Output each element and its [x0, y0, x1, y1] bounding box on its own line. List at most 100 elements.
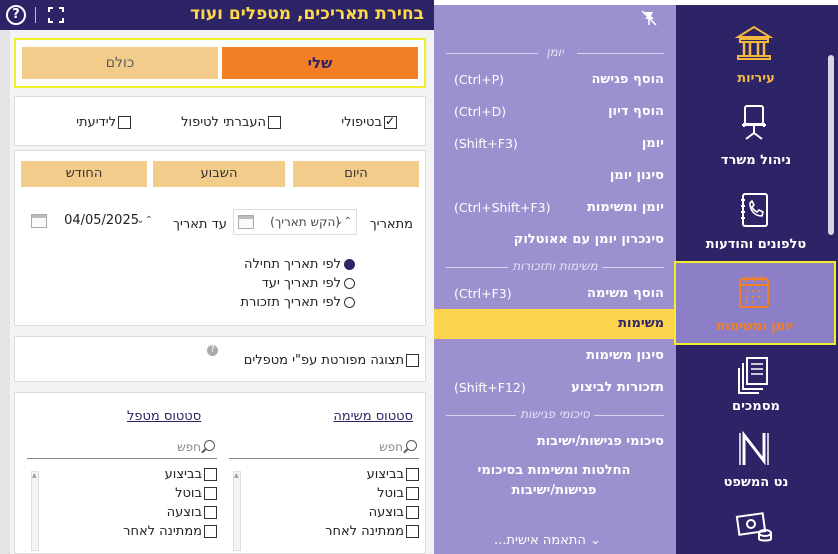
owner-toggle: שלי כולם	[14, 38, 426, 88]
sidebar-item-phones[interactable]: טלפונים והודעות	[676, 191, 836, 257]
list-item[interactable]: ממתינה לאחר	[229, 522, 419, 541]
help-icon[interactable]: ?	[6, 5, 26, 25]
list-item[interactable]: בביצוע	[229, 465, 419, 484]
menu-meeting-summaries[interactable]: סיכומי פגישות/ישיבות	[434, 427, 676, 457]
menu-diary[interactable]: יומן (Shift+F3)	[434, 129, 676, 159]
sidebar-item-documents[interactable]: מסמכים	[676, 355, 836, 419]
panel-title: בחירת תאריכים, מטפלים ועוד	[190, 4, 424, 24]
from-date-input[interactable]: (הקש תאריך) ⌃⌄	[233, 209, 357, 235]
sidebar-item-label: יומן ומשימות	[716, 319, 794, 334]
transferred-checkbox[interactable]	[268, 116, 281, 129]
status-checkbox[interactable]	[204, 468, 217, 481]
list-item[interactable]: ממתינה לאחר	[27, 522, 217, 541]
menu-add-meeting[interactable]: הוסף פגישה (Ctrl+P)	[434, 65, 676, 95]
main-sidebar: עיריות ניהול משרד טלפונים והודעות יומן ו…	[674, 5, 838, 554]
menu-add-discussion[interactable]: הוסף דיון (Ctrl+D)	[434, 97, 676, 127]
menu-item-label: החלטות ומשימות בסיכומי פגישות/ישיבות	[477, 463, 631, 498]
list-item[interactable]: בביצוע	[27, 465, 217, 484]
to-date-input[interactable]: 04/05/2025 ⌃⌄	[29, 209, 153, 235]
status-label: ממתינה לאחר	[123, 524, 202, 539]
radio-button-selected[interactable]	[344, 259, 355, 270]
radio-button[interactable]	[344, 278, 355, 289]
panel-scrollbar[interactable]	[0, 30, 10, 554]
status-label: בביצוע	[366, 467, 404, 482]
this-month-button[interactable]: החודש	[21, 161, 147, 187]
detail-view-checkbox-row[interactable]: תצוגה מפורטת עפ"י מטפלים	[244, 353, 419, 368]
menu-diary-and-tasks[interactable]: יומן ומשימות (Ctrl+Shift+F3)	[434, 193, 676, 223]
status-checkbox[interactable]	[406, 525, 419, 538]
sidebar-item-office-management[interactable]: ניהול משרד	[676, 103, 836, 175]
section-diary-header: יומן	[446, 45, 664, 59]
transferred-checkbox-label: העברתי לטיפול	[181, 115, 266, 130]
status-label: בביצוע	[164, 467, 202, 482]
fyi-checkbox[interactable]	[118, 116, 131, 129]
calendar-icon[interactable]	[31, 214, 47, 228]
this-week-button[interactable]: השבוע	[153, 161, 285, 187]
mine-checkbox-row[interactable]: בטיפולי	[341, 114, 397, 130]
today-button[interactable]: היום	[293, 161, 419, 187]
status-checkbox[interactable]	[406, 468, 419, 481]
detail-view-checkbox[interactable]	[406, 354, 419, 367]
detail-view-label: תצוגה מפורטת עפ"י מטפלים	[243, 353, 404, 368]
radio-due-date[interactable]: לפי תאריך יעד	[262, 276, 355, 291]
office-chair-icon	[742, 105, 766, 140]
menu-decisions-tasks[interactable]: החלטות ומשימות בסיכומי פגישות/ישיבות	[434, 459, 676, 503]
menu-reminders[interactable]: תזכורות לביצוע (Shift+F12)	[434, 373, 676, 403]
status-label: בוצעה	[368, 505, 404, 520]
status-checkbox[interactable]	[204, 525, 217, 538]
menu-item-shortcut: (Ctrl+D)	[454, 104, 507, 119]
status-checkbox[interactable]	[204, 487, 217, 500]
list-item[interactable]: בוטל	[27, 484, 217, 503]
info-icon[interactable]: ?	[207, 345, 218, 356]
all-button[interactable]: כולם	[22, 47, 218, 79]
mine-checkbox-label: בטיפולי	[341, 115, 382, 130]
filter-panel: ? בחירת תאריכים, מטפלים ועוד שלי כולם בט…	[0, 0, 434, 554]
handler-status-title[interactable]: סטטוס מטפל	[127, 409, 201, 424]
radio-button[interactable]	[344, 297, 355, 308]
menu-item-shortcut: (Ctrl+P)	[454, 72, 505, 87]
sidebar-item-label: ניהול משרד	[720, 153, 792, 168]
radio-reminder-date[interactable]: לפי תאריך תזכורת	[241, 295, 355, 310]
mine-checkbox[interactable]	[384, 114, 397, 129]
from-date-spinner[interactable]: ⌃⌄	[335, 210, 352, 234]
calendar-icon[interactable]	[238, 215, 254, 229]
sidebar-item-finance[interactable]	[676, 505, 836, 551]
header-divider	[35, 7, 36, 23]
unpin-icon[interactable]	[640, 9, 658, 27]
building-icon	[734, 25, 774, 60]
list-item[interactable]: בוטל	[229, 484, 419, 503]
transferred-checkbox-row[interactable]: העברתי לטיפול	[181, 115, 281, 130]
mine-button[interactable]: שלי	[222, 47, 418, 79]
sidebar-item-diary-tasks[interactable]: יומן ומשימות	[674, 261, 836, 345]
list-item[interactable]: בוצעה	[229, 503, 419, 522]
menu-item-label: הוסף משימה	[587, 286, 664, 301]
radio-label: לפי תאריך יעד	[261, 276, 341, 291]
status-checkbox[interactable]	[204, 506, 217, 519]
task-status-search[interactable]: חפש	[229, 439, 419, 459]
expand-icon[interactable]	[48, 7, 64, 23]
menu-filter-diary[interactable]: סינון יומן	[434, 161, 676, 191]
from-date-label: מתאריך	[369, 217, 413, 232]
handler-status-search[interactable]: חפש	[27, 439, 217, 459]
list-item[interactable]: בוצעה	[27, 503, 217, 522]
menu-sync-outlook[interactable]: סינכרון יומן עם אאוטלוק	[434, 225, 676, 255]
menu-item-label: תזכורות לביצוע	[571, 380, 664, 395]
sidebar-item-label: מסמכים	[732, 399, 780, 414]
sidebar-item-municipalities[interactable]: עיריות	[676, 23, 836, 93]
handler-status-list: בביצוע בוטל בוצעה ממתינה לאחר	[27, 465, 217, 554]
menu-tasks[interactable]: משימות	[434, 309, 676, 339]
fyi-checkbox-row[interactable]: לידיעתי	[76, 115, 131, 130]
to-date-value: 04/05/2025	[64, 213, 139, 228]
status-checkbox[interactable]	[406, 506, 419, 519]
radio-label: לפי תאריך תחילה	[244, 257, 341, 272]
task-status-title[interactable]: סטטוס משימה	[333, 409, 413, 424]
menu-filter-tasks[interactable]: סינון משימות	[434, 341, 676, 371]
status-checkbox[interactable]	[406, 487, 419, 500]
menu-add-task[interactable]: הוסף משימה (Ctrl+F3)	[434, 279, 676, 309]
menu-item-label: הוסף פגישה	[591, 72, 664, 87]
personalize-link[interactable]: ⌄ התאמה אישית...	[494, 533, 601, 548]
radio-start-date[interactable]: לפי תאריך תחילה	[244, 257, 355, 272]
sidebar-item-net-hamishpat[interactable]: נט המשפט	[676, 429, 836, 493]
to-date-spinner[interactable]: ⌃⌄	[136, 209, 153, 233]
task-status-list: בביצוע בוטל בוצעה ממתינה לאחר	[229, 465, 419, 554]
